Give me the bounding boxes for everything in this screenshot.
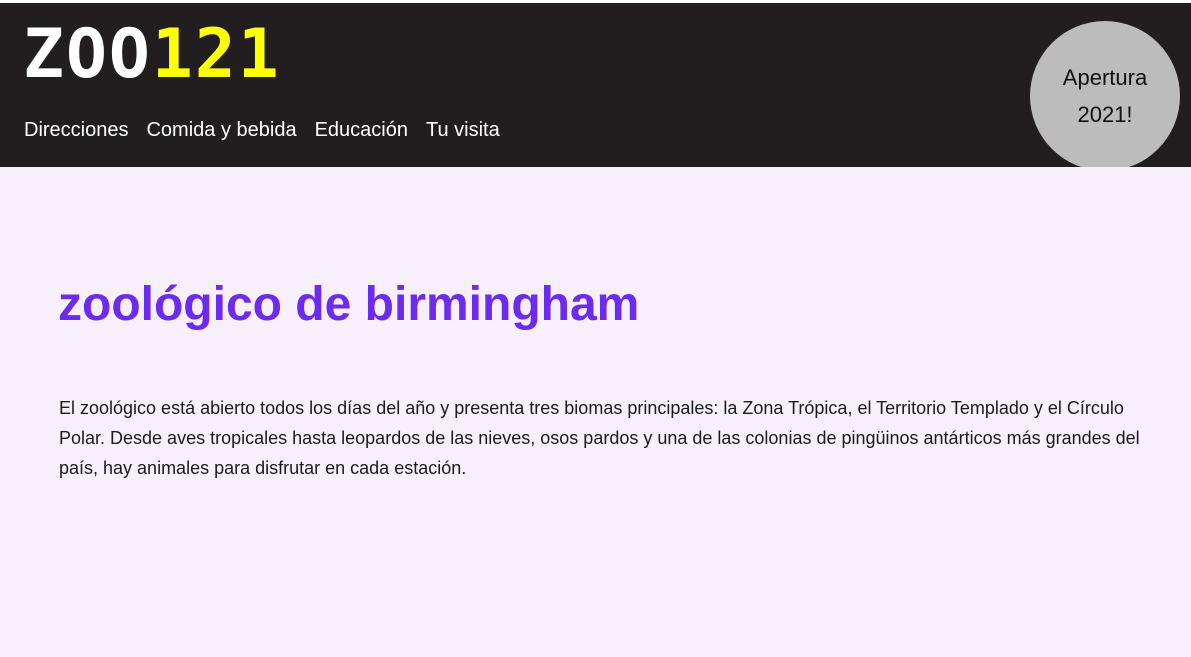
nav-link-direcciones[interactable]: Direcciones: [24, 117, 128, 143]
site-logo[interactable]: ZOO 121: [23, 15, 281, 94]
logo-text-121: 121: [151, 15, 281, 94]
page-title: zoológico de birmingham: [58, 278, 640, 331]
nav-link-educacion[interactable]: Educación: [315, 117, 408, 143]
main-navigation: Direcciones Comida y bebida Educación Tu…: [24, 117, 500, 143]
nav-link-comida-y-bebida[interactable]: Comida y bebida: [146, 117, 296, 143]
nav-link-tu-visita[interactable]: Tu visita: [426, 117, 500, 143]
opening-badge-line-1: Apertura: [1062, 65, 1148, 90]
page: ZOO 121 Direcciones Comida y bebida Educ…: [0, 0, 1191, 657]
logo-text-zoo: ZOO: [23, 15, 152, 94]
site-header: ZOO 121 Direcciones Comida y bebida Educ…: [0, 3, 1191, 171]
intro-paragraph: El zoológico está abierto todos los días…: [59, 398, 1140, 478]
main-content: zoológico de birmingham El zoológico est…: [0, 167, 1191, 657]
opening-badge-text: Apertura 2021!: [1045, 59, 1165, 133]
opening-badge: Apertura 2021!: [1030, 21, 1180, 171]
opening-badge-line-2: 2021!: [1077, 102, 1133, 127]
